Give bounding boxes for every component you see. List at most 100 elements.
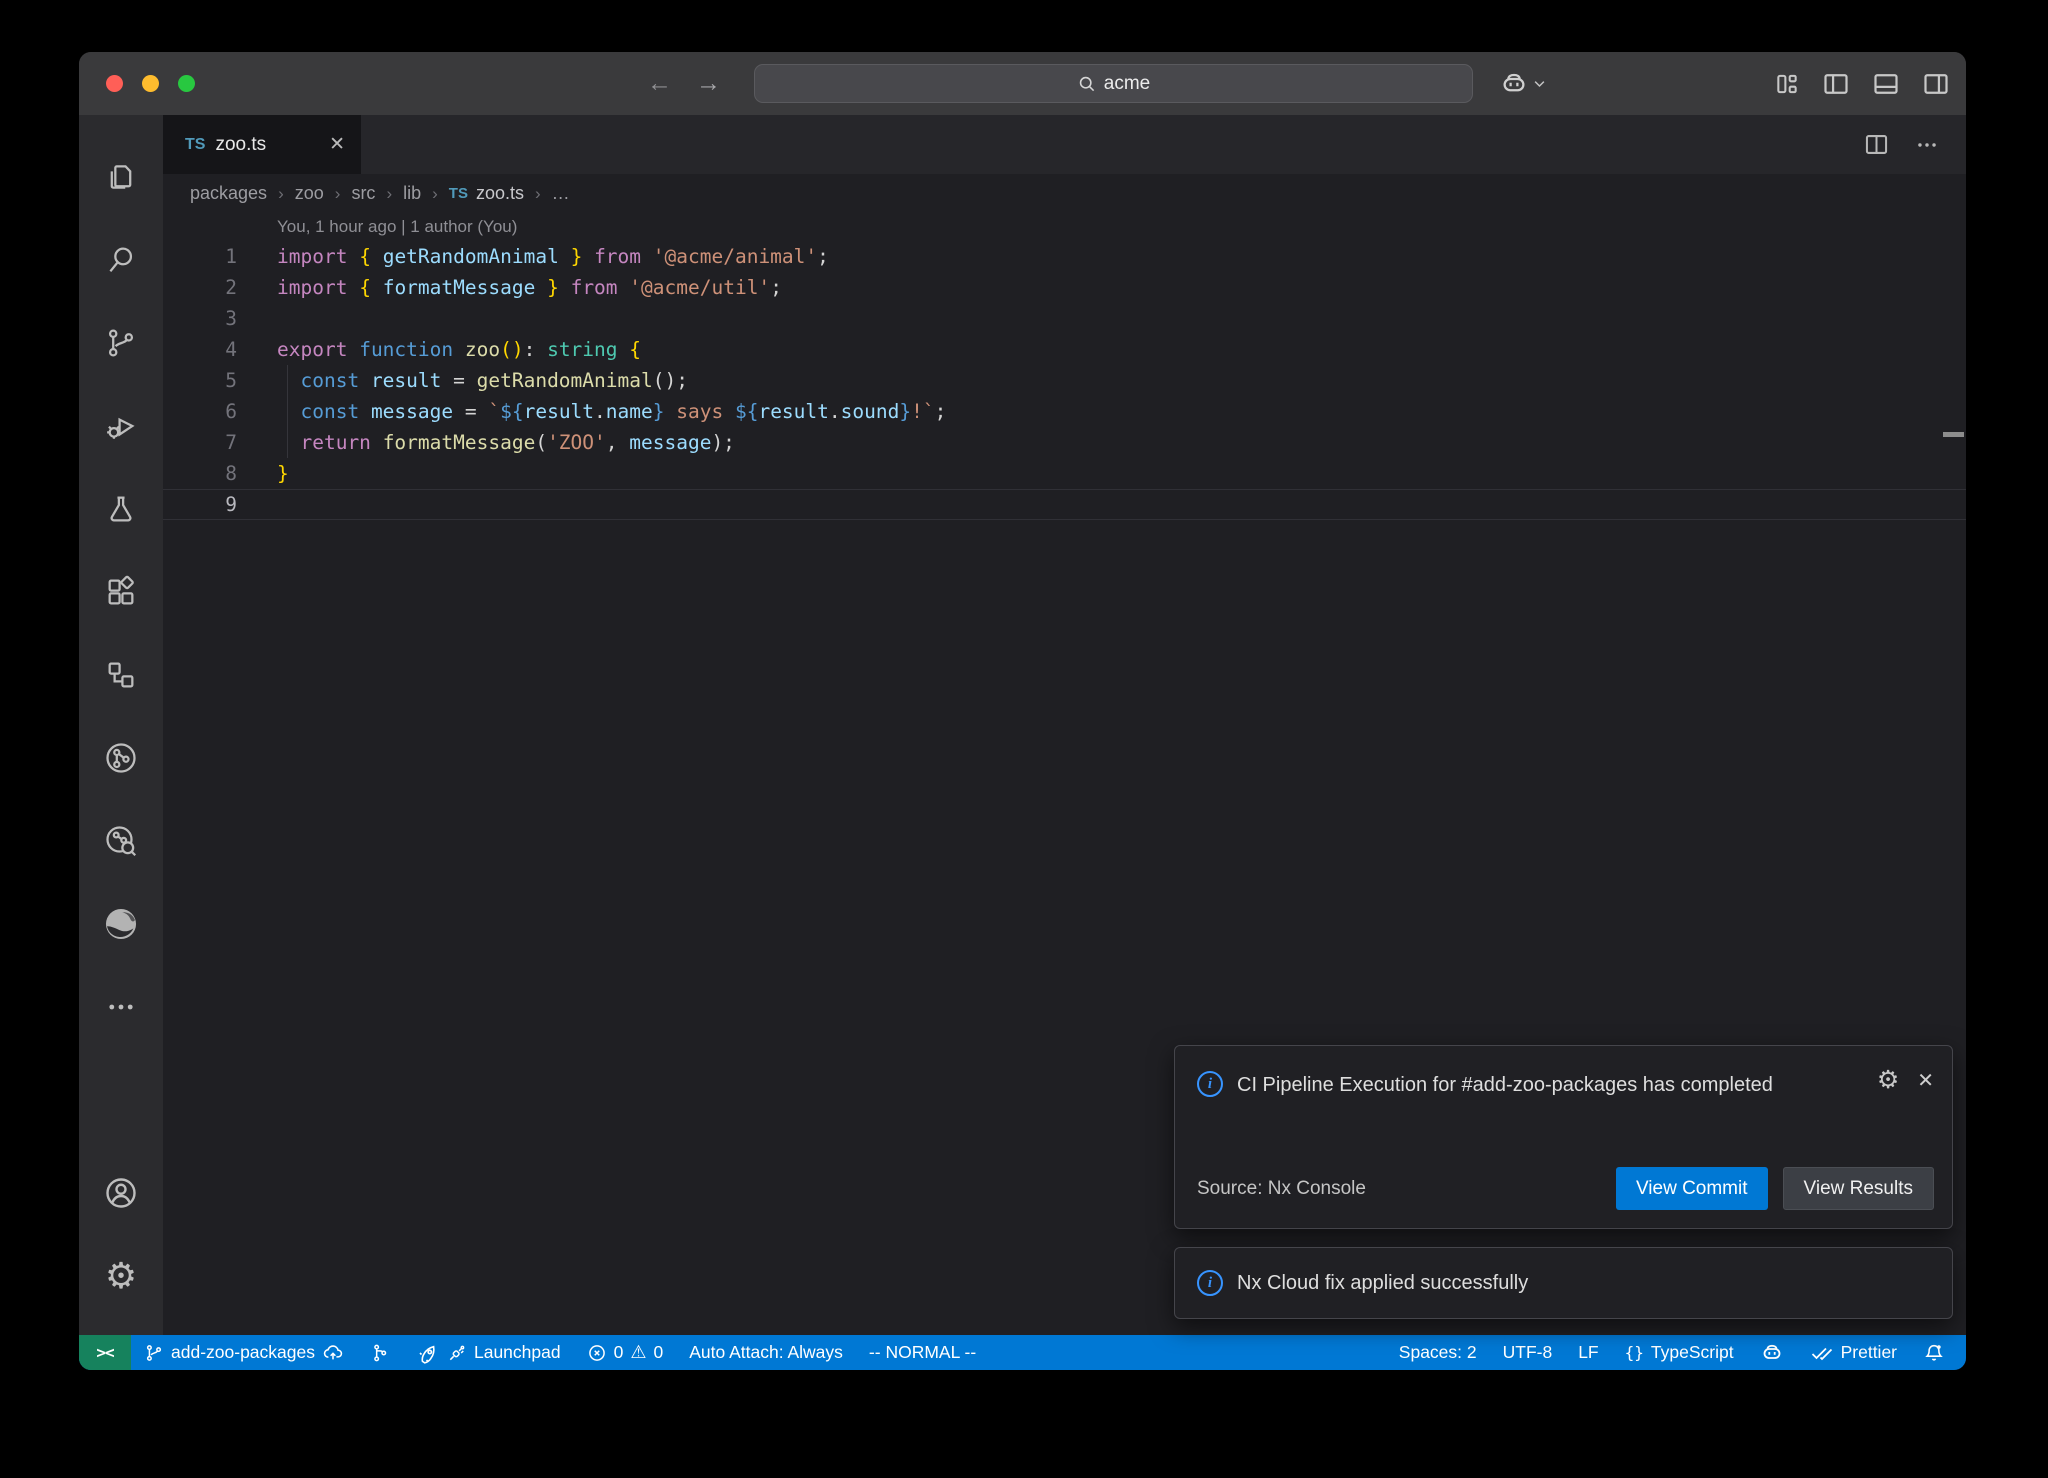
copilot-icon [1760,1341,1784,1365]
auto-attach-item[interactable]: Auto Attach: Always [676,1335,856,1370]
line-number[interactable]: 8 [163,462,237,485]
breadcrumb-item-src[interactable]: src [351,183,375,204]
code-line[interactable]: 5 const result = getRandomAnimal(); [163,365,1966,396]
tab-zoo-ts[interactable]: TS zoo.ts ✕ [163,115,361,174]
breadcrumb-separator: › [432,184,438,204]
breadcrumb-item-packages[interactable]: packages [190,183,267,204]
language-mode-item[interactable]: {} TypeScript [1612,1335,1747,1370]
line-number[interactable]: 6 [163,400,237,423]
notifications-bell-item[interactable] [1910,1335,1958,1370]
code-line[interactable]: 2import { formatMessage } from '@acme/ut… [163,272,1966,303]
vscode-window: ← → acme [79,52,1966,1370]
line-number[interactable]: 3 [163,307,237,330]
tab-bar: TS zoo.ts ✕ [163,115,1966,174]
code-line[interactable]: 1import { getRandomAnimal } from '@acme/… [163,241,1966,272]
search-value: acme [1104,73,1150,95]
code-text: return formatMessage('ZOO', message); [237,431,735,454]
customize-layout-icon[interactable] [1774,71,1800,97]
minimize-window-button[interactable] [142,75,159,92]
hierarchy-view-icon[interactable] [79,633,163,716]
chevron-down-icon [1532,76,1547,91]
typescript-file-icon: TS [185,136,205,154]
activity-bar: ⚙ [79,115,163,1335]
encoding-item[interactable]: UTF-8 [1490,1335,1566,1370]
plug-icon [447,1343,467,1363]
more-views-icon[interactable] [79,965,163,1048]
editor-more-actions-icon[interactable] [1914,132,1940,158]
line-number[interactable]: 5 [163,369,237,392]
edge-browser-icon[interactable] [79,882,163,965]
code-line[interactable]: 9 [163,489,1966,520]
breadcrumb-item-lib[interactable]: lib [403,183,421,204]
close-window-button[interactable] [106,75,123,92]
breadcrumb-item-zoo[interactable]: zoo [295,183,324,204]
code-text: } [237,462,289,485]
line-number[interactable]: 7 [163,431,237,454]
code-line[interactable]: 3 [163,303,1966,334]
breadcrumb-separator: › [386,184,392,204]
window-controls [106,52,195,115]
breadcrumb-separator: › [278,184,284,204]
title-bar: ← → acme [79,52,1966,115]
notification-nx-cloud-fix: i Nx Cloud fix applied successfully [1174,1247,1953,1319]
formatter-item[interactable]: Prettier [1797,1335,1910,1370]
vim-mode-item[interactable]: -- NORMAL -- [856,1335,989,1370]
double-check-icon [1810,1341,1834,1365]
nx-project-graph-icon[interactable] [79,799,163,882]
launchpad-item[interactable]: Launchpad [403,1335,574,1370]
back-arrow-icon[interactable]: ← [647,69,672,98]
testing-icon[interactable] [79,467,163,550]
settings-gear-icon[interactable]: ⚙ [79,1234,163,1317]
copilot-icon [1499,69,1529,99]
maximize-window-button[interactable] [178,75,195,92]
extensions-icon[interactable] [79,550,163,633]
line-number[interactable]: 4 [163,338,237,361]
close-tab-icon[interactable]: ✕ [329,133,345,156]
notification-settings-gear-icon[interactable]: ⚙ [1877,1068,1899,1093]
copilot-status-item[interactable] [1747,1335,1797,1370]
line-number[interactable]: 9 [163,493,237,516]
notification-ci-pipeline: i CI Pipeline Execution for #add-zoo-pac… [1174,1045,1953,1229]
notification-source: Source: Nx Console [1197,1178,1366,1200]
code-text: const result = getRandomAnimal(); [237,369,688,392]
toggle-primary-sidebar-icon[interactable] [1822,70,1850,98]
info-icon: i [1197,1270,1223,1296]
explorer-icon[interactable] [79,135,163,218]
git-branch-item[interactable]: add-zoo-packages [131,1335,357,1370]
view-commit-button[interactable]: View Commit [1616,1167,1768,1210]
breadcrumb-item--[interactable]: … [552,183,570,204]
toggle-secondary-sidebar-icon[interactable] [1922,70,1950,98]
problems-item[interactable]: 0 ⚠ 0 [574,1335,677,1370]
notification-message: Nx Cloud fix applied successfully [1237,1272,1528,1295]
code-line[interactable]: 6 const message = `${result.name} says $… [163,396,1966,427]
line-number[interactable]: 2 [163,276,237,299]
typescript-file-icon: TS [449,185,468,202]
search-view-icon[interactable] [79,218,163,301]
git-graph-item[interactable] [357,1335,403,1370]
breadcrumb: packages›zoo›src›lib›TSzoo.ts›… [163,174,1966,213]
notification-message: CI Pipeline Execution for #add-zoo-packa… [1237,1066,1797,1104]
toggle-panel-icon[interactable] [1872,70,1900,98]
command-center-search[interactable]: acme [754,64,1473,103]
code-line[interactable]: 4export function zoo(): string { [163,334,1966,365]
code-text: const message = `${result.name} says ${r… [237,400,946,423]
code-line[interactable]: 7 return formatMessage('ZOO', message); [163,427,1966,458]
run-debug-icon[interactable] [79,384,163,467]
code-line[interactable]: 8} [163,458,1966,489]
nx-console-icon[interactable] [79,716,163,799]
account-icon[interactable] [79,1151,163,1234]
code-text: import { formatMessage } from '@acme/uti… [237,276,782,299]
notification-close-icon[interactable]: ✕ [1917,1068,1934,1093]
split-editor-icon[interactable] [1863,131,1890,158]
bell-icon [1923,1342,1945,1364]
line-number[interactable]: 1 [163,245,237,268]
eol-item[interactable]: LF [1565,1335,1611,1370]
indentation-item[interactable]: Spaces: 2 [1386,1335,1490,1370]
view-results-button[interactable]: View Results [1783,1167,1934,1210]
forward-arrow-icon[interactable]: → [696,69,721,98]
breadcrumb-item-zoo-ts[interactable]: zoo.ts [476,183,524,204]
copilot-menu[interactable] [1499,52,1547,115]
remote-indicator[interactable]: >< [79,1335,131,1370]
source-control-icon[interactable] [79,301,163,384]
info-icon: i [1197,1071,1223,1097]
